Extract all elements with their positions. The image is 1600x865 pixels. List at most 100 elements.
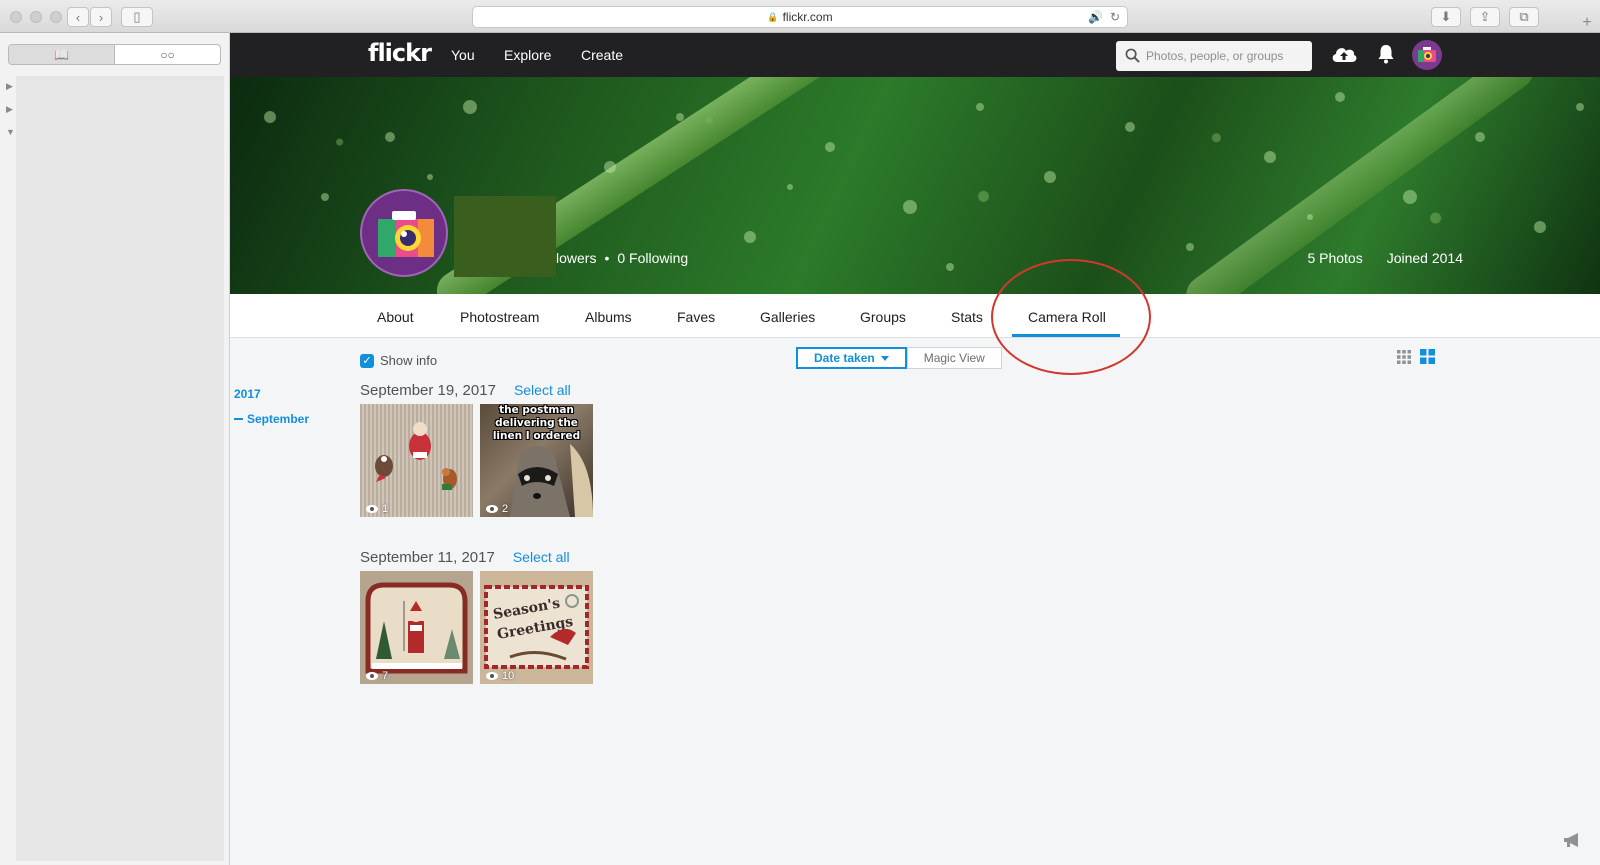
show-info-label: Show info xyxy=(380,353,438,368)
timeline-year-2017[interactable]: 2017 xyxy=(234,387,261,401)
magic-view-label: Magic View xyxy=(923,351,985,365)
window-controls xyxy=(10,11,62,23)
tab-faves[interactable]: Faves xyxy=(677,309,715,325)
group-date: September 11, 2017 xyxy=(360,549,495,566)
tab-galleries[interactable]: Galleries xyxy=(760,309,815,325)
view-count: 7 xyxy=(366,670,388,682)
view-count: 2 xyxy=(486,503,508,515)
camera-avatar-icon xyxy=(1418,47,1436,62)
disclosure-triangle-icon[interactable]: ▶ xyxy=(6,104,13,115)
sidebar-content xyxy=(16,76,224,861)
following-link[interactable]: 0 Following xyxy=(617,250,688,266)
separator-bullet: • xyxy=(604,250,610,266)
speaker-icon[interactable]: 🔊 xyxy=(1088,10,1103,24)
eye-icon xyxy=(486,672,498,680)
photo-thumbnail[interactable]: Season's Greetings 10 xyxy=(480,571,593,684)
ornament-illustration xyxy=(375,422,457,490)
cover-photo: lowers • 0 Following 5 Photos Joined 201… xyxy=(230,77,1600,294)
flickr-logo[interactable]: flickr xyxy=(368,39,432,67)
camera-avatar-icon xyxy=(378,211,434,257)
close-window-button[interactable] xyxy=(10,11,22,23)
timeline-month-september[interactable]: September xyxy=(234,412,309,426)
tab-groups[interactable]: Groups xyxy=(860,309,906,325)
photos-count: 5 Photos xyxy=(1307,250,1363,266)
view-count: 1 xyxy=(366,503,388,515)
follow-counts: lowers • 0 Following xyxy=(556,250,688,266)
magic-view-button[interactable]: Magic View xyxy=(906,347,1002,369)
tab-photostream[interactable]: Photostream xyxy=(460,309,539,325)
profile-stats: 5 Photos Joined 2014 xyxy=(1307,250,1463,266)
book-icon: 📖 xyxy=(54,47,69,62)
megaphone-icon[interactable] xyxy=(1562,831,1584,849)
download-icon: ⬇ xyxy=(1440,9,1452,24)
small-grid-icon[interactable] xyxy=(1397,350,1411,364)
new-tab-icon[interactable]: + xyxy=(1578,14,1596,32)
dash-icon xyxy=(234,418,243,420)
tab-albums[interactable]: Albums xyxy=(585,309,632,325)
upload-cloud-icon[interactable] xyxy=(1330,43,1358,65)
view-count: 10 xyxy=(486,670,514,682)
tabs-icon: ⧉ xyxy=(1519,9,1529,24)
date-group-header: September 11, 2017 Select all xyxy=(360,549,570,566)
sidebar-icon: ▯ xyxy=(133,9,141,24)
seasons-greetings-cross-stitch: Season's Greetings xyxy=(484,585,589,669)
annotation-circle xyxy=(991,259,1151,375)
tabs-overview-button[interactable]: ⧉ xyxy=(1509,7,1539,27)
date-group-header: September 19, 2017 Select all xyxy=(360,382,571,399)
sort-toggle: Date taken Magic View xyxy=(796,347,1002,369)
view-count-value: 1 xyxy=(382,503,389,515)
profile-name-redacted xyxy=(454,196,556,277)
nav-explore[interactable]: Explore xyxy=(504,47,551,63)
tab-stats[interactable]: Stats xyxy=(951,309,983,325)
photo-thumbnail[interactable]: the postman delivering the linen I order… xyxy=(480,404,593,517)
photo-thumbnail[interactable]: 7 xyxy=(360,571,473,684)
view-count-value: 2 xyxy=(502,503,509,515)
profile-avatar[interactable] xyxy=(360,189,448,277)
zoom-window-button[interactable] xyxy=(50,11,62,23)
flickr-page: flickr You Explore Create Photos, people… xyxy=(230,33,1600,865)
view-count-value: 10 xyxy=(502,670,515,682)
large-grid-icon[interactable] xyxy=(1420,349,1435,364)
photo-thumbnail[interactable]: 1 xyxy=(360,404,473,517)
search-input[interactable]: Photos, people, or groups xyxy=(1116,41,1312,71)
url-text: flickr.com xyxy=(782,10,833,24)
back-button[interactable]: ‹ xyxy=(67,7,89,27)
glasses-icon: ○○ xyxy=(160,47,175,62)
nav-you[interactable]: You xyxy=(451,47,475,63)
month-label: September xyxy=(247,412,310,426)
sidebar-segmented-control: 📖 ○○ xyxy=(8,44,221,65)
group-date: September 19, 2017 xyxy=(360,382,496,399)
followers-link[interactable]: lowers xyxy=(556,250,596,266)
eye-icon xyxy=(486,505,498,513)
notifications-bell-icon[interactable] xyxy=(1377,44,1395,64)
nav-create[interactable]: Create xyxy=(581,47,623,63)
forward-button[interactable]: › xyxy=(90,7,112,27)
sidebar-toggle-button[interactable]: ▯ xyxy=(121,7,153,27)
santa-cross-stitch xyxy=(365,582,468,674)
caret-down-icon xyxy=(880,355,889,361)
joined-date: Joined 2014 xyxy=(1386,250,1463,266)
profile-tabs: About Photostream Albums Faves Galleries… xyxy=(230,294,1600,338)
downloads-button[interactable]: ⬇ xyxy=(1431,7,1461,27)
reading-sidebar: 📖 ○○ ▶ ▶ ▼ xyxy=(0,33,230,865)
checkbox-checked-icon[interactable]: ✓ xyxy=(360,353,374,368)
bookmarks-tab[interactable]: 📖 xyxy=(9,45,115,64)
date-taken-dropdown[interactable]: Date taken xyxy=(796,347,907,369)
tab-about[interactable]: About xyxy=(377,309,414,325)
disclosure-triangle-open-icon[interactable]: ▼ xyxy=(6,127,15,137)
select-all-link[interactable]: Select all xyxy=(514,382,571,398)
disclosure-triangle-icon[interactable]: ▶ xyxy=(6,81,13,92)
user-avatar[interactable] xyxy=(1412,40,1442,70)
search-placeholder: Photos, people, or groups xyxy=(1146,49,1284,63)
show-info-toggle[interactable]: ✓ Show info xyxy=(360,353,437,368)
minimize-window-button[interactable] xyxy=(30,11,42,23)
share-icon: ⇪ xyxy=(1479,9,1491,24)
date-taken-label: Date taken xyxy=(814,351,875,365)
eye-icon xyxy=(366,672,378,680)
reload-icon[interactable]: ↻ xyxy=(1110,10,1120,24)
reading-list-tab[interactable]: ○○ xyxy=(115,45,220,64)
share-button[interactable]: ⇪ xyxy=(1470,7,1500,27)
address-bar[interactable]: 🔒 flickr.com 🔊 ↻ xyxy=(472,6,1128,28)
select-all-link[interactable]: Select all xyxy=(513,549,570,565)
search-icon xyxy=(1125,48,1140,63)
